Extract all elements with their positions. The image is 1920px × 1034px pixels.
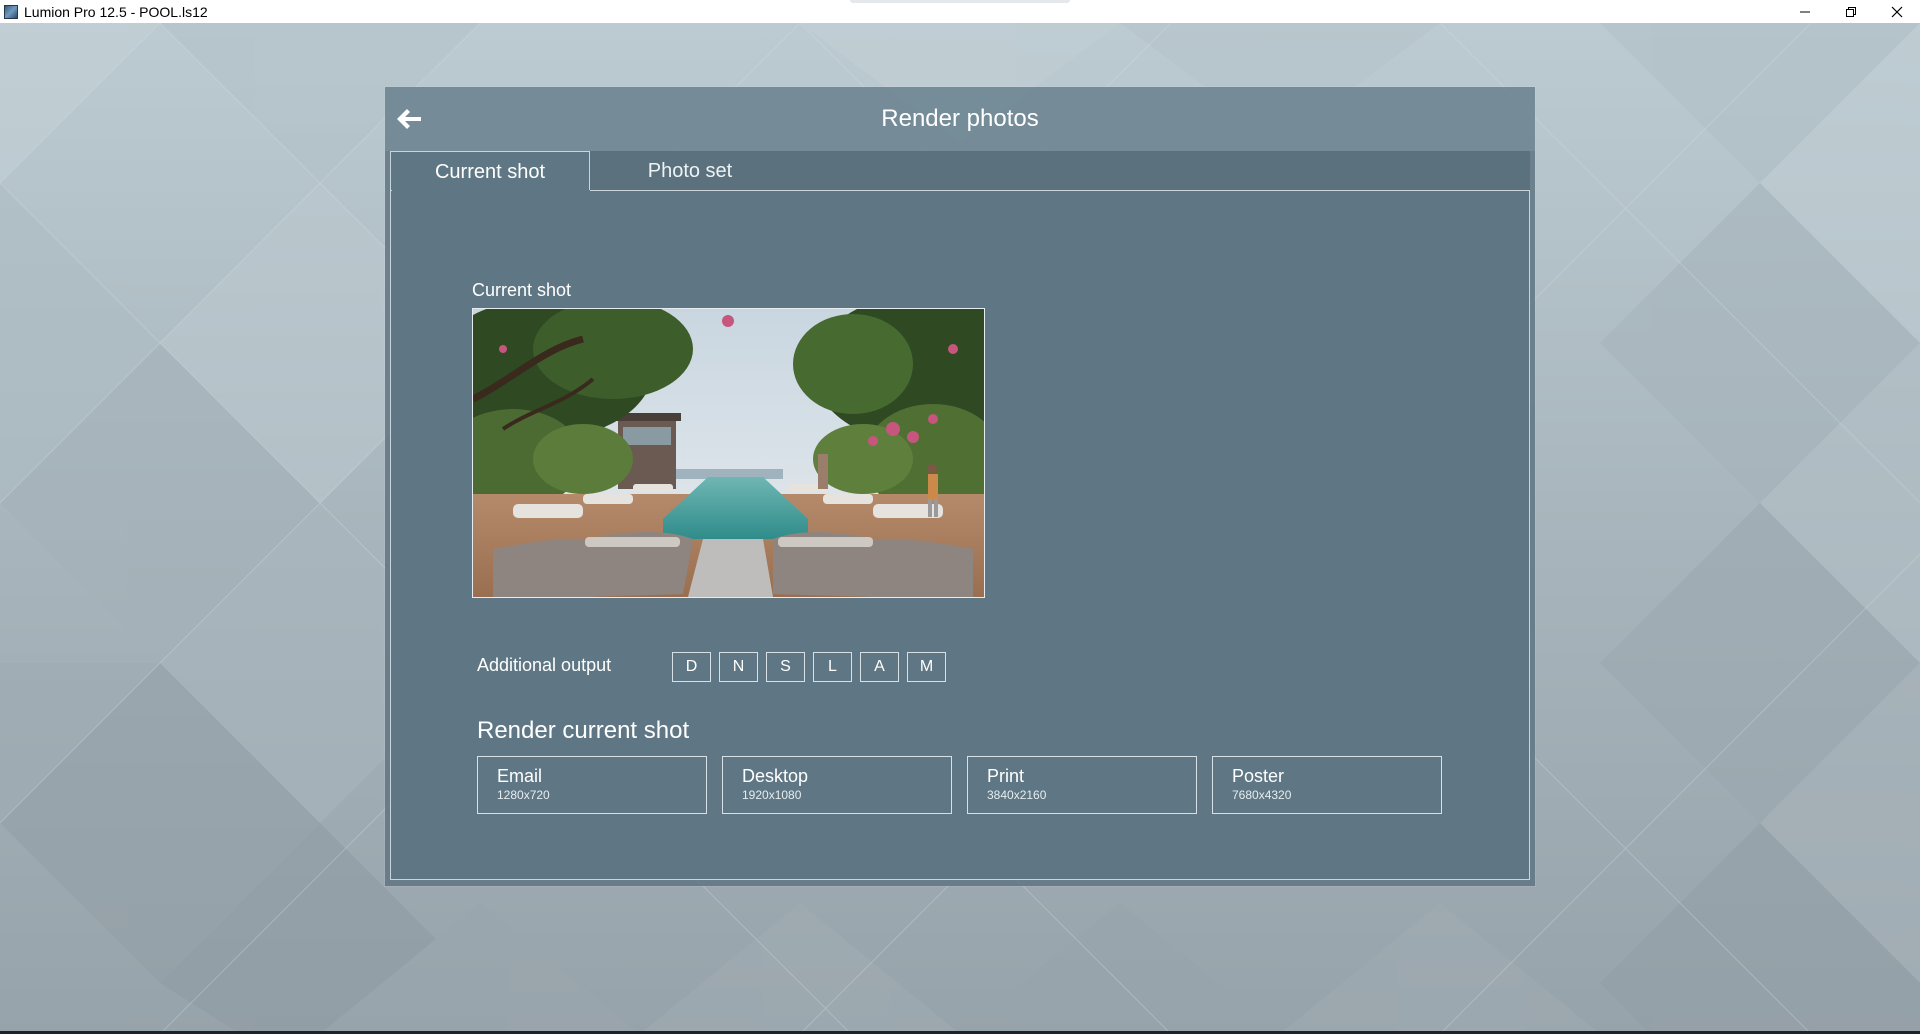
additional-output-buttons: D N S L A M (672, 652, 954, 682)
output-button-n[interactable]: N (719, 652, 758, 682)
minimize-button[interactable] (1782, 0, 1828, 23)
restore-button[interactable] (1828, 0, 1874, 23)
window-controls (1782, 0, 1920, 23)
additional-output-label: Additional output (477, 655, 612, 675)
render-poster-button[interactable]: Poster 7680x4320 (1212, 756, 1442, 814)
render-preset-name: Print (987, 766, 1025, 786)
close-button[interactable] (1874, 0, 1920, 23)
minimize-icon (1800, 11, 1810, 12)
render-current-shot-heading: Render current shot (477, 717, 690, 744)
dialog-title: Render photos (881, 105, 1039, 132)
output-button-m[interactable]: M (907, 652, 946, 682)
titlebar-notch (850, 0, 1070, 3)
current-shot-panel: Current shot Additional output D N S L A… (390, 190, 1530, 880)
output-button-s[interactable]: S (766, 652, 805, 682)
render-preset-resolution: 1920x1080 (742, 788, 802, 802)
output-button-d[interactable]: D (672, 652, 711, 682)
render-preset-name: Email (497, 766, 543, 786)
current-shot-label: Current shot (472, 280, 572, 300)
pool-resort-render-thumbnail (473, 309, 984, 597)
output-button-a[interactable]: A (860, 652, 899, 682)
tab-bar: Current shot Photo set (390, 151, 1530, 191)
window-title: Lumion Pro 12.5 - POOL.ls12 (24, 3, 208, 20)
render-photos-dialog: Render photos Current shot Photo set Cur… (385, 87, 1535, 886)
tab-current-shot[interactable]: Current shot (390, 151, 590, 191)
render-preset-name: Poster (1232, 766, 1285, 786)
render-preset-resolution: 3840x2160 (987, 788, 1047, 802)
output-button-l[interactable]: L (813, 652, 852, 682)
render-preset-resolution: 7680x4320 (1232, 788, 1292, 802)
active-tab-connector (392, 190, 590, 192)
render-desktop-button[interactable]: Desktop 1920x1080 (722, 756, 952, 814)
render-preset-resolution: 1280x720 (497, 788, 550, 802)
current-shot-preview (472, 308, 985, 598)
render-print-button[interactable]: Print 3840x2160 (967, 756, 1197, 814)
tab-photo-set[interactable]: Photo set (590, 151, 790, 191)
render-preset-name: Desktop (742, 766, 809, 786)
window-titlebar: Lumion Pro 12.5 - POOL.ls12 (0, 0, 1920, 23)
arrow-left-icon (397, 109, 421, 129)
close-icon (1891, 6, 1903, 17)
render-preset-buttons: Email 1280x720 Desktop 1920x1080 Print 3… (477, 756, 1457, 814)
render-email-button[interactable]: Email 1280x720 (477, 756, 707, 814)
lumion-app-icon (4, 4, 18, 19)
restore-icon (1846, 6, 1856, 17)
back-button[interactable] (395, 104, 425, 134)
